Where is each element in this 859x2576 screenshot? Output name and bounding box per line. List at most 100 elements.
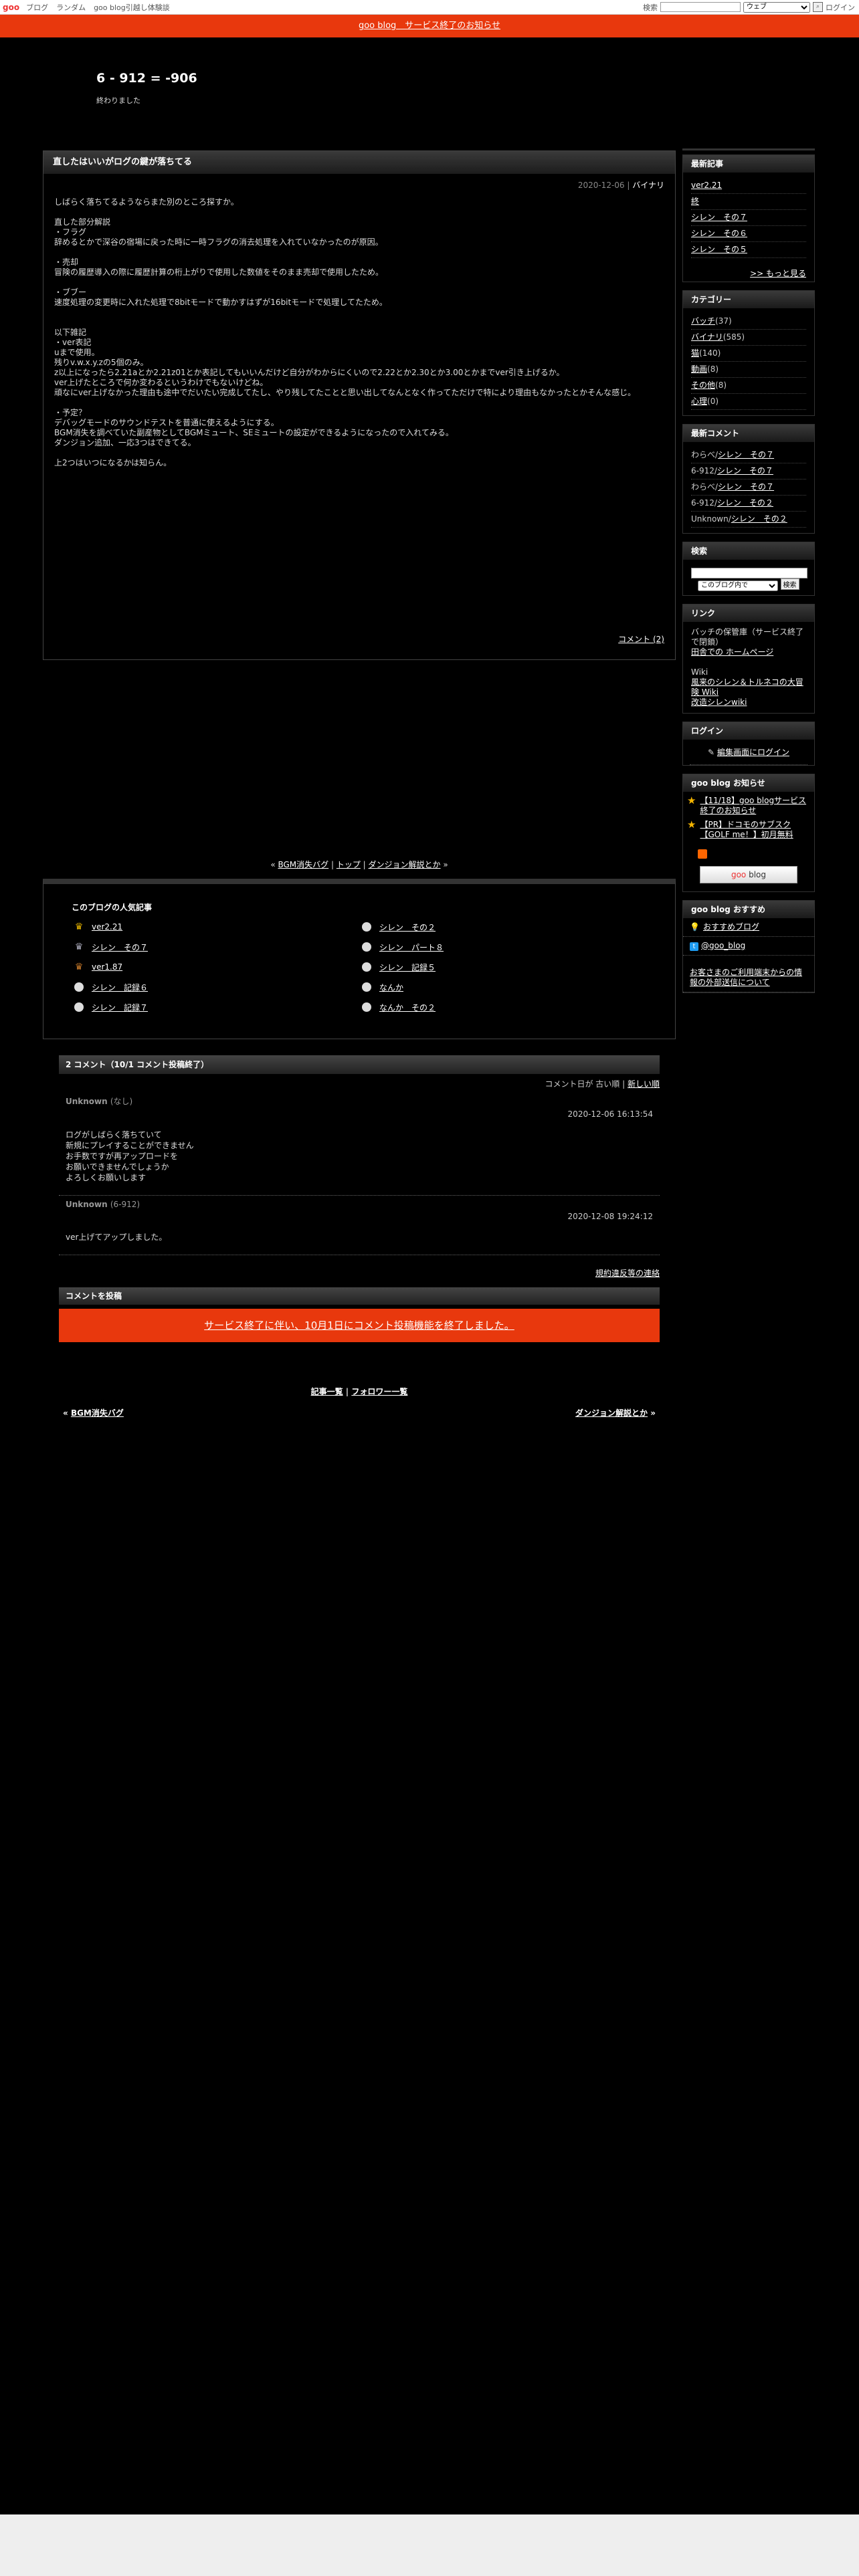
recent-comment-link[interactable]: シレン その７ xyxy=(718,450,774,459)
search-input[interactable] xyxy=(660,2,741,12)
category-link[interactable]: その他 xyxy=(691,381,715,390)
category-link[interactable]: バイナリ xyxy=(691,332,723,342)
info-link[interactable]: 【PR】ドコモのサブスク【GOLF me！】初月無料 xyxy=(700,820,810,840)
article-category[interactable]: バイナリ xyxy=(632,181,664,190)
recent-comment-link[interactable]: シレン その２ xyxy=(731,514,787,524)
recent-comment-link[interactable]: シレン その７ xyxy=(718,482,774,492)
popular-item: ♛ ver1.87 xyxy=(73,960,361,974)
edit-login-link[interactable]: 編集画面にログイン xyxy=(717,748,789,757)
rss-icon[interactable] xyxy=(698,849,707,859)
category-link[interactable]: バッチ xyxy=(691,316,715,326)
silver-crown-icon: ♛ xyxy=(74,942,84,952)
article-pager: « BGM消失バグ | トップ | ダンジョン解説とか » xyxy=(270,860,448,869)
twitter-link[interactable]: @goo_blog xyxy=(701,941,745,950)
top-toolbar: goo ブログ ランダム goo blog引越し体験談 検索 ウェブ ⌕ ログイ… xyxy=(0,0,859,15)
popular-link[interactable]: ver1.87 xyxy=(92,962,122,972)
bronze-crown-icon: ♛ xyxy=(74,962,84,972)
widget-login: ログイン ✎ 編集画面にログイン xyxy=(682,721,815,766)
service-end-banner: goo blog サービス終了のお知らせ xyxy=(0,15,859,37)
blog-description: 終わりました xyxy=(96,96,140,105)
lightbulb-icon: 💡 xyxy=(690,922,700,932)
comment-author: Unknown (なし) xyxy=(66,1097,133,1106)
category-link[interactable]: 心理 xyxy=(691,397,707,406)
popular-link[interactable]: シレン 記録７ xyxy=(92,1002,148,1013)
goo-blog-button[interactable]: goo blog xyxy=(700,865,797,883)
sort-old[interactable]: 古い順 xyxy=(595,1079,619,1089)
popular-link[interactable]: ver2.21 xyxy=(92,922,122,932)
followers-link[interactable]: フォロワー一覧 xyxy=(351,1387,407,1396)
sort-new-link[interactable]: 新しい順 xyxy=(628,1079,660,1089)
recent-article-link[interactable]: シレン その６ xyxy=(691,229,747,238)
comment-count-link[interactable]: コメント (2) xyxy=(618,633,664,645)
rank-dot-icon xyxy=(361,981,373,993)
popular-item: シレン パート８ xyxy=(361,940,648,954)
info-title: goo blog お知らせ xyxy=(683,774,814,792)
popular-link[interactable]: シレン パート８ xyxy=(379,942,444,953)
recent-article-link[interactable]: 終 xyxy=(691,197,699,206)
link-homepage[interactable]: 田舎での ホームページ xyxy=(691,647,773,657)
info-link[interactable]: 【11/18】goo blogサービス終了のお知らせ xyxy=(700,796,810,816)
category-link[interactable]: 猫 xyxy=(691,348,699,358)
comment-closed-link[interactable]: サービス終了に伴い、10月1日にコメント投稿機能を終了しました。 xyxy=(204,1319,514,1331)
popular-item: ♛ ver2.21 xyxy=(73,920,361,934)
report-violation-link[interactable]: 規約違反等の連絡 xyxy=(595,1269,660,1278)
popular-item: なんか その２ xyxy=(361,1000,648,1014)
recent-comment-link[interactable]: シレン その２ xyxy=(717,498,773,508)
article-line: z以上になったら2.21aとか2.21z01とか表記してもいいんだけど自分がわか… xyxy=(54,368,565,377)
link-description: バッチの保管庫（サービス終了で閉鎖） xyxy=(691,627,804,647)
article-date: 2020-12-06 xyxy=(577,181,625,190)
article: 直したはいいがログの鍵が落ちてる 2020-12-06 | バイナリ しばらく落… xyxy=(43,150,676,660)
gold-crown-icon: ♛ xyxy=(74,922,84,932)
comment-text: ver上げてアップしました。 xyxy=(66,1232,167,1242)
recent-article-link[interactable]: シレン その７ xyxy=(691,213,747,222)
popular-link[interactable]: なんか xyxy=(379,982,403,993)
category-link[interactable]: 動画 xyxy=(691,364,707,374)
toolbar-link-migration[interactable]: goo blog引越し体験談 xyxy=(94,2,170,13)
prev-article-link[interactable]: BGM消失バグ xyxy=(278,860,328,869)
widget-info: goo blog お知らせ ★ 【11/18】goo blogサービス終了のお知ら… xyxy=(682,773,815,892)
article-list-link[interactable]: 記事一覧 xyxy=(311,1387,343,1396)
widget-search: 検索 このブログ内で 検索 xyxy=(682,542,815,596)
bottom-prev-link[interactable]: BGM消失バグ xyxy=(71,1408,124,1418)
login-link[interactable]: ログイン xyxy=(826,2,855,13)
popular-link[interactable]: シレン 記録５ xyxy=(379,962,436,973)
article-line xyxy=(54,398,664,408)
link-shiren-wiki[interactable]: 風来のシレン＆トルネコの大冒険 Wiki xyxy=(691,677,803,697)
popular-item: なんか xyxy=(361,980,648,994)
comment-item: Unknown (なし) 2020-12-06 16:13:54 ログがしばらく… xyxy=(59,1091,660,1196)
blog-search-button[interactable]: 検索 xyxy=(780,578,799,590)
article-line: ・フラグ xyxy=(54,227,87,237)
article-line: ・ブブー xyxy=(54,288,87,297)
external-transmission-link[interactable]: お客さまのご利用端末からの情報の外部送信について xyxy=(690,968,802,987)
toolbar-link-random[interactable]: ランダム xyxy=(56,2,86,13)
toolbar-link-blog[interactable]: ブログ xyxy=(26,2,48,13)
link-mod-wiki[interactable]: 改造シレンwiki xyxy=(691,697,747,707)
next-article-link[interactable]: ダンジョン解説とか xyxy=(369,860,441,869)
popular-title: このブログの人気記事 xyxy=(72,903,153,912)
search-scope-select[interactable]: ウェブ xyxy=(743,1,810,13)
toolbar-search-area: 検索 ウェブ ⌕ ログイン xyxy=(643,1,859,13)
popular-link[interactable]: シレン その７ xyxy=(92,942,148,953)
service-end-link[interactable]: goo blog サービス終了のお知らせ xyxy=(359,21,500,31)
recent-article-link[interactable]: シレン その５ xyxy=(691,245,747,254)
popular-link[interactable]: なんか その２ xyxy=(379,1002,436,1013)
search-icon[interactable]: ⌕ xyxy=(813,2,823,12)
blog-search-scope[interactable]: このブログ内で xyxy=(698,580,778,591)
blog-search-input[interactable] xyxy=(691,568,807,578)
recent-article-link[interactable]: ver2.21 xyxy=(691,181,722,190)
article-meta: 2020-12-06 | バイナリ xyxy=(577,181,664,190)
recent-comment-link[interactable]: シレン その７ xyxy=(717,466,773,475)
goo-logo[interactable]: goo xyxy=(3,3,19,12)
popular-link[interactable]: シレン その２ xyxy=(379,922,436,933)
bottom-links: 記事一覧 | フォロワー一覧 xyxy=(43,1386,676,1397)
blog-title[interactable]: 6 - 912 = -906 xyxy=(96,71,197,86)
article-title[interactable]: 直したはいいがログの鍵が落ちてる xyxy=(43,151,675,174)
more-articles-link[interactable]: >> もっと見る xyxy=(750,269,806,278)
sidebar: 最新記事 ver2.21 終 シレン その７ シレン その６ シレン その５ >… xyxy=(682,148,815,1001)
recommend-blog-link[interactable]: おすすめブログ xyxy=(703,922,759,932)
bottom-next-link[interactable]: ダンジョン解説とか xyxy=(575,1408,648,1418)
article-line: 辞めるとかで深谷の宿場に戻った時に一時フラグの消去処理を入れていなかったのが原因… xyxy=(54,237,383,247)
article-line xyxy=(54,247,664,257)
popular-link[interactable]: シレン 記録６ xyxy=(92,982,148,993)
top-link[interactable]: トップ xyxy=(337,860,361,869)
